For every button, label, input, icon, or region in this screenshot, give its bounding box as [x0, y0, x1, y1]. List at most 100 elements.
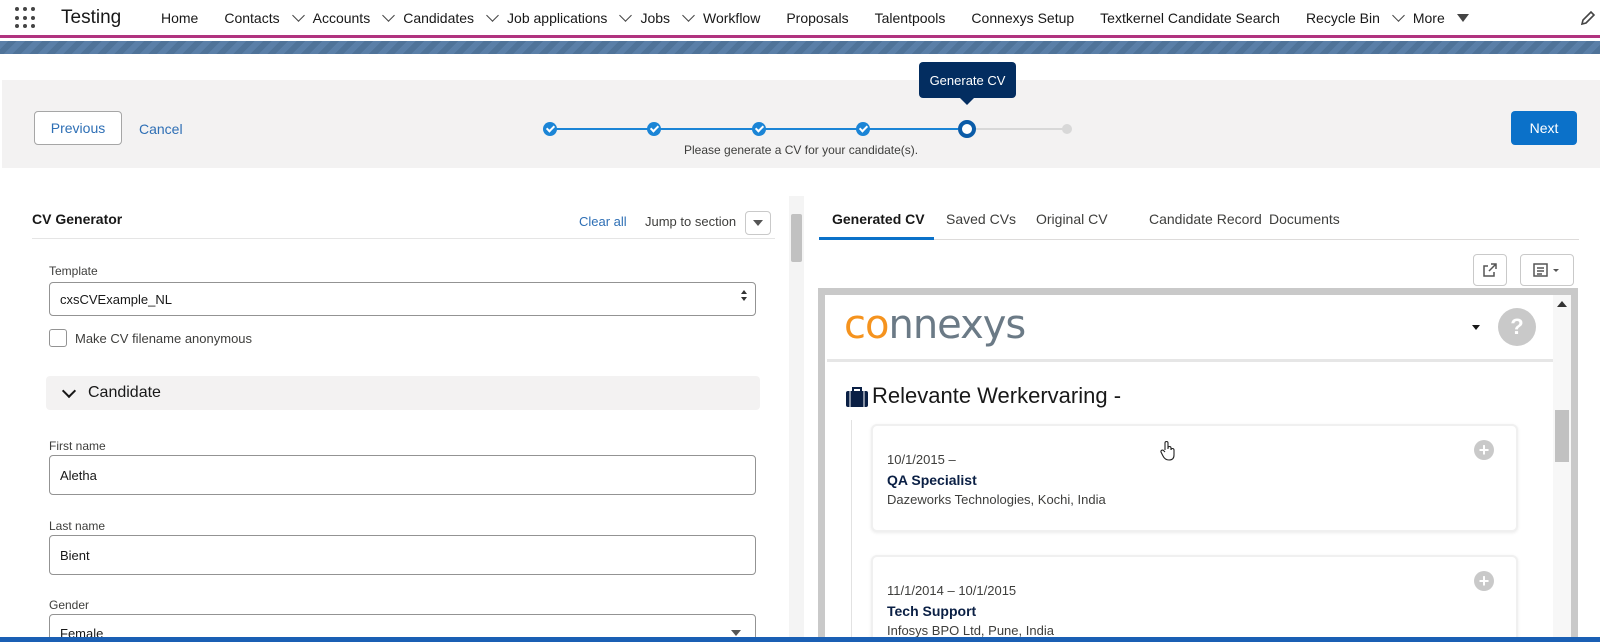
preview-tabs: Generated CV Saved CVs Original CV Candi…: [819, 196, 1579, 240]
last-name-label: Last name: [49, 519, 106, 533]
path-step-complete[interactable]: [543, 122, 557, 136]
bottom-edge: [0, 637, 1600, 642]
caret-down-icon: [731, 630, 741, 636]
nav-item-label: Home: [161, 10, 199, 26]
anonymous-label: Make CV filename anonymous: [75, 331, 253, 346]
active-tab-indicator: [819, 237, 934, 240]
nav-item-label: Textkernel Candidate Search: [1100, 10, 1280, 26]
nav-item-candidates[interactable]: Candidates: [403, 9, 507, 26]
app-name: Testing: [61, 7, 122, 28]
preview-scrollbar[interactable]: [1553, 295, 1571, 642]
hand-cursor-icon: [1160, 441, 1175, 461]
path-step-current[interactable]: [958, 120, 976, 138]
previous-button[interactable]: Previous: [34, 111, 122, 145]
external-link-icon: [1483, 263, 1497, 277]
add-icon[interactable]: +: [1474, 571, 1494, 591]
nav-item-label: Connexys Setup: [971, 10, 1075, 26]
path-remaining-line: [976, 128, 1068, 130]
layout-icon: [1533, 263, 1559, 277]
nav-item-accounts[interactable]: Accounts: [312, 9, 404, 26]
nav-item-job-applications[interactable]: Job applications: [507, 9, 640, 26]
scroll-up-icon[interactable]: [1557, 301, 1567, 307]
nav-item-label: Jobs: [640, 10, 671, 26]
nav-item-jobs[interactable]: Jobs: [640, 9, 703, 26]
layout-menu-button[interactable]: [1520, 254, 1574, 286]
gender-label: Gender: [49, 598, 90, 612]
chevron-down-icon[interactable]: [1456, 14, 1469, 22]
caret-down-icon[interactable]: [1472, 325, 1480, 330]
chevron-down-icon[interactable]: [486, 9, 499, 22]
nav-item-proposals[interactable]: Proposals: [786, 10, 848, 26]
nav-item-workflow[interactable]: Workflow: [703, 10, 760, 26]
caret-down-icon: [753, 220, 763, 226]
job-entry-card[interactable]: 10/1/2015 – QA Specialist Dazeworks Tech…: [871, 424, 1518, 532]
open-in-new-window-button[interactable]: [1473, 254, 1507, 286]
tab-original-cv[interactable]: Original CV: [1036, 211, 1108, 227]
next-button[interactable]: Next: [1511, 111, 1577, 145]
nav-item-label: Recycle Bin: [1305, 10, 1380, 26]
path-step-complete[interactable]: [752, 122, 766, 136]
path-message: Please generate a CV for your candidate(…: [684, 143, 919, 157]
chevron-down-icon[interactable]: [682, 9, 695, 22]
left-scrollbar-thumb[interactable]: [791, 214, 802, 262]
template-label: Template: [49, 264, 98, 278]
jump-to-section-label: Jump to section: [645, 214, 737, 229]
first-name-input[interactable]: Aletha: [49, 455, 756, 495]
job-entry-card[interactable]: 11/1/2014 – 10/1/2015 Tech Support Infos…: [871, 555, 1518, 642]
chevron-down-icon[interactable]: [619, 9, 633, 22]
job-title: Tech Support: [887, 603, 977, 619]
nav-items: Home Contacts Accounts Candidates Job applic…: [161, 0, 1469, 36]
candidate-section-header[interactable]: Candidate: [46, 376, 760, 410]
tab-candidate-record[interactable]: Candidate Record: [1149, 211, 1262, 227]
last-name-input[interactable]: Bient: [49, 535, 756, 575]
template-value: cxsCVExample_NL: [60, 291, 172, 307]
jump-to-section-button[interactable]: [745, 211, 771, 235]
last-name-value: Bient: [60, 547, 90, 563]
tab-documents[interactable]: Documents: [1269, 211, 1340, 227]
job-company: Infosys BPO Ltd, Pune, India: [887, 623, 1054, 638]
path-step-future[interactable]: [1062, 124, 1072, 134]
divider: [32, 238, 775, 239]
nav-item-talentpools[interactable]: Talentpools: [875, 10, 946, 26]
tab-generated-cv[interactable]: Generated CV: [832, 211, 925, 227]
nav-item-label: Workflow: [703, 10, 761, 26]
left-scrollbar[interactable]: [789, 196, 804, 642]
job-company: Dazeworks Technologies, Kochi, India: [887, 492, 1106, 507]
clear-all-link[interactable]: Clear all: [579, 214, 627, 229]
template-select[interactable]: cxsCVExample_NL: [49, 282, 756, 316]
anonymous-checkbox[interactable]: [49, 329, 67, 347]
connexys-logo: connexys: [844, 302, 1026, 348]
nav-item-label: Talentpools: [874, 10, 946, 26]
chevron-down-icon[interactable]: [382, 9, 396, 22]
nav-item-label: Contacts: [224, 10, 280, 26]
help-button[interactable]: ?: [1498, 308, 1536, 346]
candidate-section-title: Candidate: [88, 384, 161, 401]
preview-scrollbar-thumb[interactable]: [1555, 410, 1569, 462]
chevron-down-icon[interactable]: [291, 9, 305, 22]
global-nav: Testing Home Contacts Accounts Candidates Jo…: [0, 0, 1600, 38]
work-experience-heading: Relevante Werkervaring -: [872, 383, 1122, 408]
nav-item-label: Accounts: [312, 10, 371, 26]
path-step-complete[interactable]: [856, 122, 870, 136]
nav-item-contacts[interactable]: Contacts: [224, 9, 312, 26]
app-launcher-icon[interactable]: [15, 7, 37, 29]
add-icon[interactable]: +: [1474, 440, 1494, 460]
select-arrows-icon: [741, 290, 747, 301]
nav-item-connexys-setup[interactable]: Connexys Setup: [971, 10, 1074, 26]
divider: [827, 359, 1553, 362]
edit-nav-icon[interactable]: [1579, 9, 1597, 27]
chevron-down-icon: [61, 383, 77, 398]
nav-item-label: Proposals: [786, 10, 849, 26]
nav-item-recycle-bin[interactable]: Recycle Bin: [1305, 9, 1413, 26]
chevron-down-icon[interactable]: [1391, 9, 1405, 22]
cancel-button[interactable]: Cancel: [139, 121, 183, 137]
path-step-tooltip: Generate CV: [919, 62, 1016, 105]
tab-saved-cvs[interactable]: Saved CVs: [946, 211, 1016, 227]
first-name-value: Aletha: [60, 467, 97, 483]
job-dates: 11/1/2014 – 10/1/2015: [887, 583, 1017, 598]
nav-item-textkernel-candidate-search[interactable]: Textkernel Candidate Search: [1100, 10, 1280, 26]
timeline-line: [851, 420, 852, 642]
nav-item-more[interactable]: More: [1413, 10, 1469, 26]
nav-item-home[interactable]: Home: [161, 10, 198, 26]
path-step-complete[interactable]: [647, 122, 661, 136]
